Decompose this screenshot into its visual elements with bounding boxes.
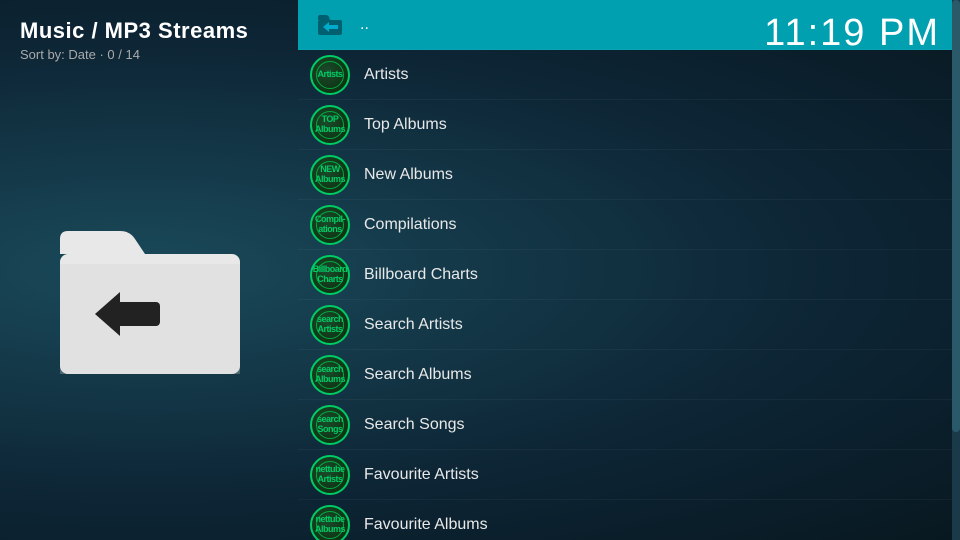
back-folder-icon [314, 9, 346, 41]
scrollbar-thumb [952, 0, 960, 432]
list-item-search-songs[interactable]: search Songs Search Songs [298, 400, 960, 450]
item-icon-search-artists: search Artists [310, 305, 350, 345]
item-label-top-albums: Top Albums [364, 116, 447, 134]
item-icon-text-search-albums: search Albums [316, 361, 344, 389]
back-item-label: .. [360, 16, 369, 34]
item-icon-favourite-artists: nettube Artists [310, 455, 350, 495]
list-item-top-albums[interactable]: TOP Albums Top Albums [298, 100, 960, 150]
clock: 11:19 PM [764, 12, 940, 55]
item-icon-artists: Artists [310, 55, 350, 95]
item-icon-text-top-albums: TOP Albums [316, 111, 344, 139]
item-icon-text-compilations: Compil- ations [316, 211, 344, 239]
item-icon-text-favourite-artists: nettube Artists [316, 461, 344, 489]
item-label-search-songs: Search Songs [364, 416, 465, 434]
app-title: Music / MP3 Streams [20, 18, 280, 44]
item-icon-new-albums: NEW Albums [310, 155, 350, 195]
item-label-favourite-albums: Favourite Albums [364, 516, 488, 534]
folder-back-icon [50, 209, 250, 379]
item-label-billboard-charts: Billboard Charts [364, 266, 478, 284]
item-label-compilations: Compilations [364, 216, 456, 234]
list-item-search-artists[interactable]: search Artists Search Artists [298, 300, 960, 350]
list-item-artists[interactable]: Artists Artists [298, 50, 960, 100]
item-icon-text-billboard-charts: Billboard Charts [316, 261, 344, 289]
list-item-favourite-albums[interactable]: nettube Albums Favourite Albums [298, 500, 960, 540]
item-icon-text-search-songs: search Songs [316, 411, 344, 439]
item-icon-text-favourite-albums: nettube Albums [316, 511, 344, 539]
list-item-billboard-charts[interactable]: Billboard Charts Billboard Charts [298, 250, 960, 300]
list-item-new-albums[interactable]: NEW Albums New Albums [298, 150, 960, 200]
menu-items-container: Artists Artists TOP Albums Top Albums NEW Al… [298, 50, 960, 540]
item-icon-text-search-artists: search Artists [316, 311, 344, 339]
item-label-favourite-artists: Favourite Artists [364, 466, 479, 484]
sort-info: Sort by: Date · 0 / 14 [20, 47, 280, 62]
item-icon-search-songs: search Songs [310, 405, 350, 445]
list-item-favourite-artists[interactable]: nettube Artists Favourite Artists [298, 450, 960, 500]
item-label-artists: Artists [364, 66, 408, 84]
item-label-search-albums: Search Albums [364, 366, 472, 384]
scrollbar[interactable] [952, 0, 960, 540]
item-icon-search-albums: search Albums [310, 355, 350, 395]
folder-icon-area [20, 68, 280, 520]
item-icon-text-artists: Artists [316, 61, 344, 89]
left-panel: Music / MP3 Streams Sort by: Date · 0 / … [0, 0, 300, 540]
list-item-search-albums[interactable]: search Albums Search Albums [298, 350, 960, 400]
right-panel: .. Artists Artists TOP Albums Top Albums NEW… [298, 0, 960, 540]
list-item-compilations[interactable]: Compil- ations Compilations [298, 200, 960, 250]
item-icon-favourite-albums: nettube Albums [310, 505, 350, 540]
item-icon-billboard-charts: Billboard Charts [310, 255, 350, 295]
item-label-search-artists: Search Artists [364, 316, 463, 334]
menu-list: .. Artists Artists TOP Albums Top Albums NEW… [298, 0, 960, 540]
item-icon-text-new-albums: NEW Albums [316, 161, 344, 189]
item-icon-top-albums: TOP Albums [310, 105, 350, 145]
item-icon-compilations: Compil- ations [310, 205, 350, 245]
item-label-new-albums: New Albums [364, 166, 453, 184]
